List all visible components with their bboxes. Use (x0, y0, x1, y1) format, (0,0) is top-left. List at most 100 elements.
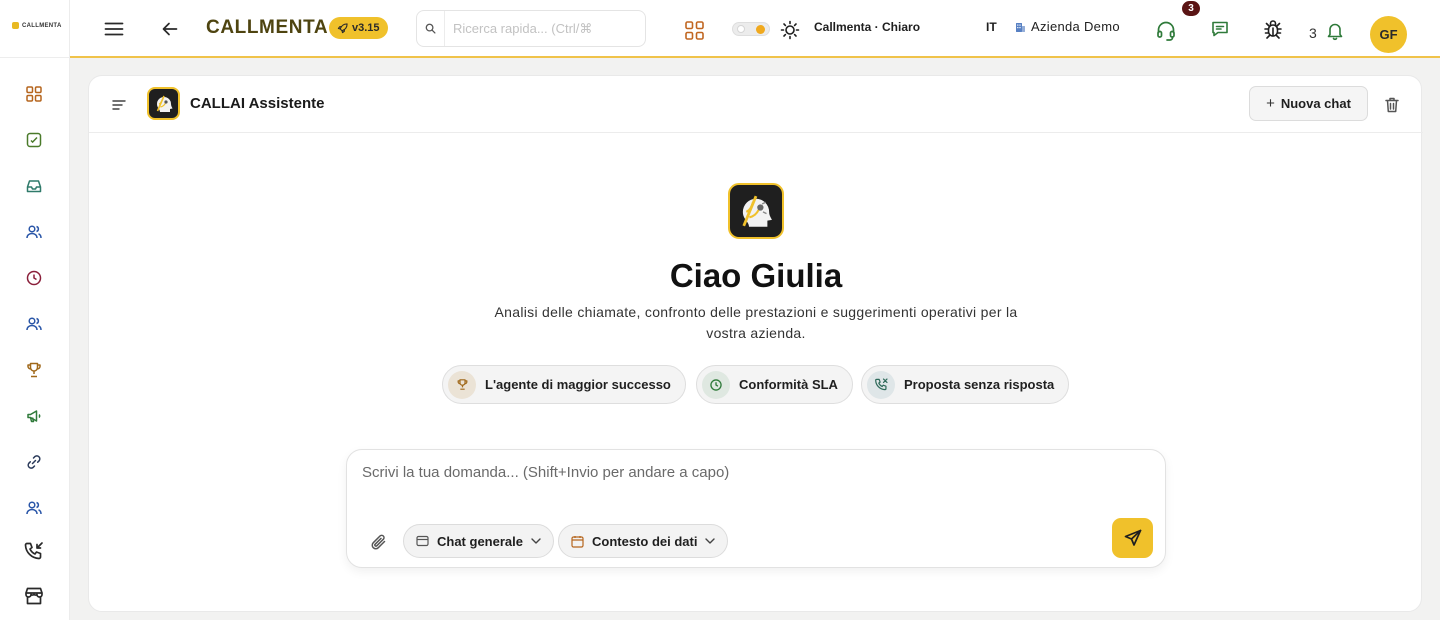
assistant-header: CALLAI Assistente + Nuova chat (89, 76, 1423, 133)
support-button[interactable] (1152, 18, 1180, 44)
chat-mode-value: Chat generale (437, 533, 523, 549)
inbox-icon (26, 180, 42, 193)
ai-head-icon (156, 95, 172, 112)
chat-icon (1212, 21, 1228, 37)
paperclip-icon (371, 534, 386, 550)
sidebar-item-inbox[interactable] (22, 174, 46, 198)
notification-count: 3 (1309, 25, 1317, 41)
missed-call-icon (867, 370, 895, 399)
back-button[interactable] (158, 17, 182, 41)
rocket-icon (337, 22, 348, 33)
company-name: Azienda Demo (1031, 19, 1120, 34)
calendar-icon (571, 535, 584, 548)
bug-icon (1264, 20, 1282, 39)
sidebar-item-store[interactable] (22, 584, 46, 608)
sidebar-logo-text: CALLMENTA (22, 22, 62, 29)
grid-icon (26, 86, 42, 102)
message-composer: Chat generale Contesto dei dati (346, 449, 1166, 568)
sidebar-logo[interactable]: CALLMENTA (12, 22, 62, 29)
sidebar-item-calls[interactable] (22, 539, 46, 563)
window-icon (416, 535, 429, 547)
sidebar-item-team[interactable] (22, 312, 46, 336)
menu-button[interactable] (102, 17, 126, 41)
data-context-value: Contesto dei dati (592, 533, 698, 549)
sidebar-item-users[interactable] (22, 220, 46, 244)
sidebar-item-agents[interactable] (22, 496, 46, 520)
suggestion-label: Proposta senza risposta (904, 377, 1055, 392)
top-bar: CALLMENTA v3.15 Callmenta · Chiaro IT Az… (70, 0, 1440, 58)
building-icon (1016, 22, 1025, 32)
quick-search[interactable] (416, 10, 646, 47)
incoming-call-icon (24, 542, 43, 560)
send-icon (1124, 529, 1141, 546)
users-icon (26, 317, 42, 331)
arrow-left-icon (162, 22, 178, 36)
message-input[interactable] (362, 464, 1142, 508)
theme-sun-button[interactable] (778, 18, 802, 42)
toggle-knob-on (756, 25, 765, 34)
bug-report-button[interactable] (1260, 16, 1286, 42)
brand-name[interactable]: CALLMENTA (206, 17, 328, 39)
list-icon (112, 100, 126, 110)
sun-icon (780, 20, 800, 40)
grid-icon (684, 20, 704, 40)
assistant-hero-logo (728, 183, 784, 239)
clock-icon (702, 370, 730, 399)
store-icon (25, 587, 43, 605)
link-icon (27, 455, 41, 469)
sidebar-item-history[interactable] (22, 266, 46, 290)
hamburger-icon (104, 22, 124, 36)
bell-icon (1327, 23, 1343, 41)
new-chat-button[interactable]: + Nuova chat (1249, 86, 1368, 121)
new-chat-label: Nuova chat (1280, 96, 1351, 111)
chevron-down-icon (705, 538, 716, 544)
greeting-title: Ciao Giulia (669, 257, 843, 294)
data-context-select[interactable]: Contesto dei dati (558, 524, 729, 558)
clock-icon (26, 270, 42, 286)
calculator-icon (26, 132, 42, 148)
assistant-panel: CALLAI Assistente + Nuova chat Ciao Giul… (88, 75, 1423, 612)
attach-button[interactable] (367, 530, 391, 554)
theme-label[interactable]: Callmenta · Chiaro (814, 20, 920, 34)
sidebar-item-reports[interactable] (22, 128, 46, 152)
suggestion-label: L'agente di maggior successo (485, 377, 671, 392)
avatar[interactable]: GF (1370, 16, 1407, 53)
send-button[interactable] (1112, 518, 1153, 558)
language-selector[interactable]: IT (986, 20, 997, 34)
users-icon (26, 501, 42, 515)
search-icon (417, 11, 445, 46)
ai-head-icon (742, 195, 772, 227)
messages-button[interactable] (1208, 17, 1232, 41)
suggestion-top-agent[interactable]: L'agente di maggior successo (442, 365, 686, 404)
plus-icon: + (1266, 95, 1275, 112)
sidebar: CALLMENTA (0, 0, 70, 620)
delete-chat-button[interactable] (1381, 94, 1403, 116)
apps-button[interactable] (682, 18, 706, 42)
theme-toggle[interactable] (732, 22, 770, 36)
headset-icon (1157, 21, 1175, 41)
logo-mark-icon (12, 22, 19, 29)
sidebar-item-integrations[interactable] (22, 450, 46, 474)
support-badge: 3 (1182, 1, 1200, 16)
search-input[interactable] (453, 12, 643, 45)
chevron-down-icon (531, 538, 541, 544)
trophy-icon (27, 362, 41, 378)
chat-mode-select[interactable]: Chat generale (403, 524, 554, 558)
sidebar-item-campaigns[interactable] (22, 404, 46, 428)
conversations-toggle[interactable] (109, 95, 129, 115)
company-selector[interactable]: Azienda Demo (1014, 19, 1120, 34)
version-badge: v3.15 (329, 17, 388, 39)
users-icon (26, 225, 42, 239)
sidebar-item-trophy[interactable] (22, 358, 46, 382)
toggle-knob-off (737, 25, 745, 33)
megaphone-icon (27, 410, 41, 423)
sidebar-divider (0, 57, 70, 58)
sidebar-item-dashboard[interactable] (22, 82, 46, 106)
notifications-button[interactable] (1324, 19, 1346, 43)
suggestion-sla-compliance[interactable]: Conformità SLA (696, 365, 853, 404)
trash-icon (1385, 97, 1399, 113)
suggestion-unanswered[interactable]: Proposta senza risposta (861, 365, 1070, 404)
assistant-title: CALLAI Assistente (190, 95, 325, 112)
assistant-subtitle: Analisi delle chiamate, confronto delle … (494, 304, 1018, 341)
version-text: v3.15 (352, 22, 380, 34)
